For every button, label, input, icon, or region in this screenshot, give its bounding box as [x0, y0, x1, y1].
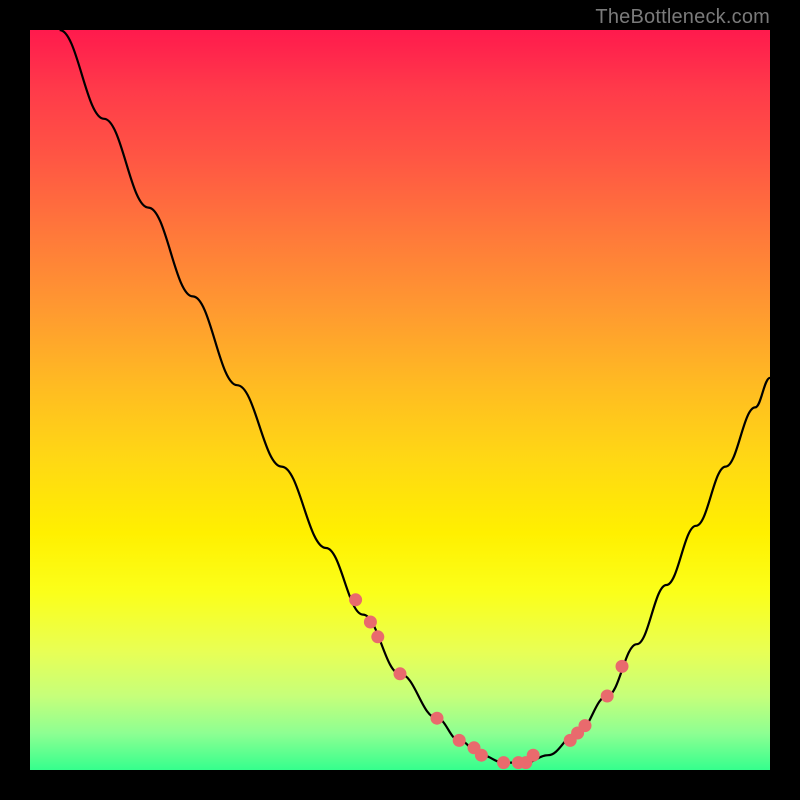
marker-point [349, 593, 362, 606]
marker-point [371, 630, 384, 643]
marker-point [475, 749, 488, 762]
marker-point [616, 660, 629, 673]
chart-frame: TheBottleneck.com [0, 0, 800, 800]
marker-point [601, 690, 614, 703]
chart-svg [30, 30, 770, 770]
marker-point [453, 734, 466, 747]
marker-point [497, 756, 510, 769]
marker-point [394, 667, 407, 680]
bottleneck-curve [60, 30, 770, 763]
marker-point [431, 712, 444, 725]
highlight-markers [349, 593, 628, 769]
marker-point [579, 719, 592, 732]
marker-point [527, 749, 540, 762]
plot-area [30, 30, 770, 770]
attribution-label: TheBottleneck.com [595, 6, 770, 29]
marker-point [364, 616, 377, 629]
